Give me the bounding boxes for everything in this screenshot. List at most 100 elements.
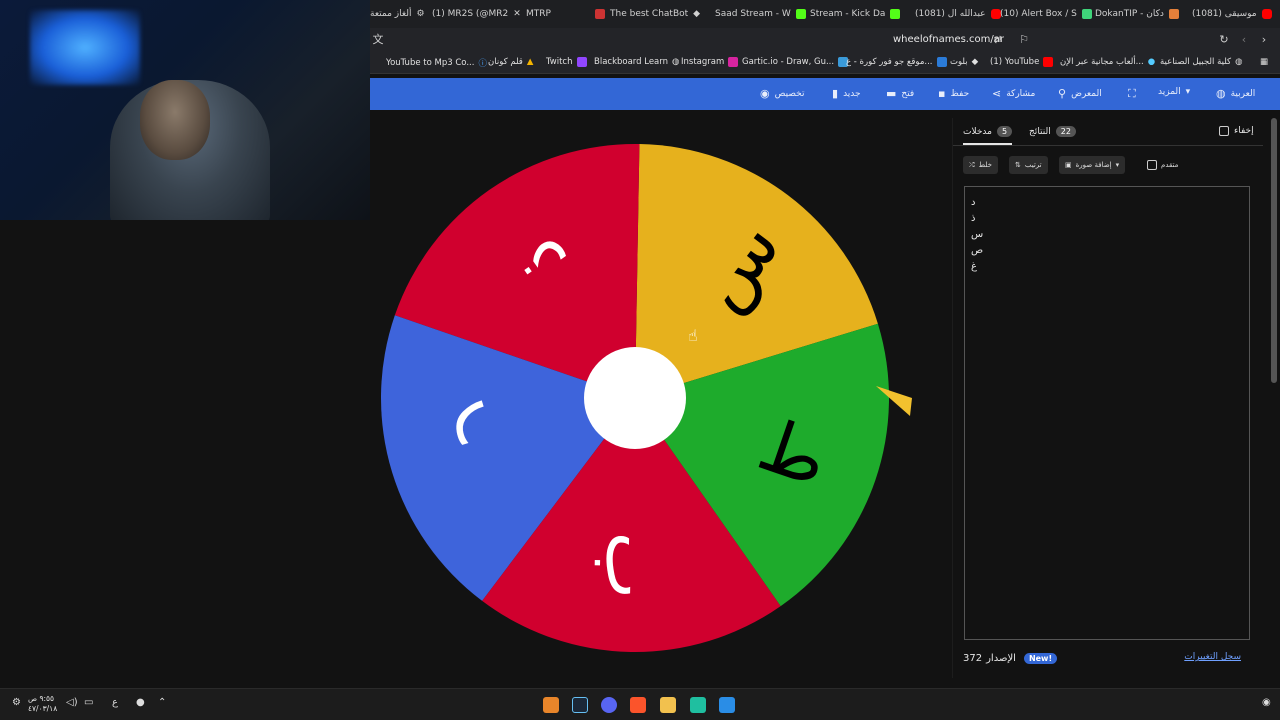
- bookmark-item[interactable]: كلية الجبيل الصناعية ◍: [1160, 57, 1243, 67]
- browser-tab[interactable]: (1081) موسيقى: [1192, 7, 1272, 21]
- save-button[interactable]: ▪ حفظ: [938, 87, 969, 100]
- add-image-button[interactable]: ▣ إضافة صورة ▾: [1059, 156, 1126, 174]
- app-icon-2[interactable]: [690, 697, 706, 713]
- browser-tab[interactable]: (1) MR2S (@MR2 ✕: [432, 7, 521, 21]
- bookmark-label: Blackboard Learn: [594, 57, 669, 67]
- app-icon-1[interactable]: [543, 697, 559, 713]
- steam-icon[interactable]: [572, 697, 588, 713]
- panel-tabs: مدخلات 5 النتائج 22 إخفاء: [953, 118, 1263, 146]
- language-menu[interactable]: ◍ العربية: [1216, 87, 1255, 100]
- browser-tab[interactable]: Saad Stream - W: [715, 7, 806, 21]
- entry-line: د: [971, 197, 976, 208]
- bookmark-item[interactable]: قلم كونان ▲: [488, 57, 533, 67]
- browser-tab[interactable]: The best ChatBot ◆: [595, 7, 700, 21]
- back-icon[interactable]: ‹: [1236, 32, 1252, 48]
- page-scrollbar[interactable]: [1271, 118, 1277, 383]
- network-icon[interactable]: ▭: [84, 697, 93, 708]
- language-indicator[interactable]: ع: [112, 697, 118, 708]
- kick-icon: [890, 9, 901, 19]
- tab-results[interactable]: النتائج 22: [1029, 126, 1076, 137]
- sort-button[interactable]: ⇅ ترتيب: [1009, 156, 1048, 174]
- bookmark-icon[interactable]: ⚐: [1016, 32, 1032, 48]
- chevron-up-icon[interactable]: ⌃: [158, 697, 166, 708]
- app-toolbar: ◉ تخصيص ▮ جديد ▬ فتح ▪ حفظ ⋖ مشاركة ⚲ المعرض ⛶…: [370, 78, 1280, 110]
- volume-icon[interactable]: ◁): [66, 697, 78, 708]
- bookmark-label: Twitch: [546, 57, 573, 67]
- bookmark-item[interactable]: ألعاب مجانية عبر الإن... ●: [1060, 57, 1155, 67]
- new-button[interactable]: ▮ جديد: [832, 87, 861, 100]
- language-label: العربية: [1230, 88, 1256, 99]
- browser-tab-bar: ألغاز ممتعة ⚙ (1) MR2S (@MR2 ✕ MTRP The be…: [370, 0, 1280, 28]
- discord-icon[interactable]: [601, 697, 617, 713]
- version-label: الإصدار: [986, 652, 1016, 664]
- os-taskbar: ⚙ ٩:٥٥ ص ٤٧/٠٣/١٨ ◁) ▭ ع ● ⌃ ◉: [0, 688, 1280, 720]
- entry-line: غ: [971, 261, 977, 272]
- address-bar: 文 wheelofnames.com/ar ⇄ ⚐ ↻ ‹ ›: [370, 28, 1280, 52]
- tab-label: ألغاز ممتعة: [370, 9, 412, 19]
- fullscreen-button[interactable]: ⛶: [1128, 87, 1136, 101]
- tab-label: (1081) عبدالله ال: [915, 9, 986, 19]
- more-label: المزيد: [1158, 87, 1181, 97]
- version-number: 372: [963, 652, 983, 664]
- bookmark-item[interactable]: Blackboard Learn ◍: [594, 57, 679, 67]
- windows-start-icon[interactable]: [719, 697, 735, 713]
- url-field[interactable]: wheelofnames.com/ar: [893, 34, 1004, 45]
- gear-icon: ⚙: [416, 9, 425, 19]
- customize-button[interactable]: ◉ تخصيص: [760, 87, 804, 100]
- hide-label: إخفاء: [1234, 126, 1254, 136]
- file-explorer-icon[interactable]: [660, 697, 676, 713]
- share-button[interactable]: ⋖ مشاركة: [992, 87, 1035, 100]
- entries-count-badge: 5: [996, 126, 1013, 137]
- entry-line: ذ: [971, 213, 976, 224]
- customize-label: تخصيص: [774, 88, 805, 99]
- twitch-icon: [576, 57, 587, 67]
- browser-tab[interactable]: DokanTIP - دكان: [1095, 7, 1179, 21]
- gallery-button[interactable]: ⚲ المعرض: [1058, 87, 1102, 100]
- bookmark-item[interactable]: YouTube to Mp3 Co... ⓘ: [386, 57, 487, 69]
- browser-tab[interactable]: MTRP: [526, 7, 551, 21]
- browser-tab[interactable]: (1081) عبدالله ال: [915, 7, 1001, 21]
- bookmark-item[interactable]: موقع جو فور كورة - ع...: [846, 57, 947, 67]
- forward-icon[interactable]: ›: [1256, 32, 1272, 48]
- bag-icon: [1168, 9, 1179, 19]
- wheel-area: سذربط: [370, 112, 950, 688]
- hide-checkbox[interactable]: [1219, 126, 1229, 136]
- streamer-head: [140, 80, 210, 160]
- save-label: حفظ: [950, 88, 970, 99]
- wheel-center-button[interactable]: [584, 347, 686, 449]
- shuffle-button[interactable]: ⤮ خلط: [963, 156, 998, 174]
- youtube-icon: [1043, 57, 1054, 67]
- bookmark-item[interactable]: Gartic.io - Draw, Gu...: [742, 57, 849, 67]
- bookmark-item[interactable]: (1) YouTube: [990, 57, 1054, 67]
- gallery-label: المعرض: [1071, 88, 1102, 99]
- sort-icon: ⇅: [1015, 161, 1021, 169]
- microphone-icon[interactable]: ●: [136, 697, 145, 708]
- bookmark-item[interactable]: Instagram: [681, 57, 739, 67]
- bookmark-label: كلية الجبيل الصناعية: [1160, 57, 1232, 67]
- browser-tab[interactable]: Stream - Kick Da: [810, 7, 901, 21]
- taskbar-clock[interactable]: ٩:٥٥ ص ٤٧/٠٣/١٨: [28, 694, 57, 714]
- bookmark-item[interactable]: بلوت ◆: [950, 57, 978, 67]
- bookmark-label: قلم كونان: [488, 57, 523, 67]
- entries-textarea[interactable]: د ذ س ص غ: [964, 186, 1250, 640]
- translate-icon[interactable]: 文: [370, 32, 386, 48]
- advanced-toggle[interactable]: متقدم: [1141, 156, 1184, 174]
- reload-icon[interactable]: ↻: [1216, 32, 1232, 48]
- apps-grid-icon[interactable]: ▦: [1260, 57, 1268, 67]
- more-menu[interactable]: المزيد ▾: [1158, 87, 1190, 97]
- open-button[interactable]: ▬ فتح: [886, 87, 914, 100]
- bookmark-item[interactable]: Twitch: [546, 57, 587, 67]
- tab-entries[interactable]: مدخلات 5: [963, 126, 1013, 145]
- site-settings-icon[interactable]: ⇄: [990, 32, 1006, 48]
- settings-icon[interactable]: ⚙: [12, 697, 21, 708]
- brave-icon[interactable]: [630, 697, 646, 713]
- tab-label: DokanTIP - دكان: [1095, 9, 1164, 19]
- advanced-checkbox[interactable]: [1147, 160, 1157, 170]
- share-icon: ⋖: [992, 87, 1002, 100]
- browser-tab[interactable]: ألغاز ممتعة ⚙: [370, 7, 425, 21]
- wheel-svg[interactable]: سذربط: [370, 112, 950, 688]
- bookmark-label: YouTube to Mp3 Co...: [386, 58, 475, 68]
- browser-tab[interactable]: (10) Alert Box / S: [1000, 7, 1092, 21]
- changelog-link[interactable]: سجل التغييرات: [1184, 652, 1241, 662]
- hide-toggle[interactable]: إخفاء: [1219, 126, 1254, 136]
